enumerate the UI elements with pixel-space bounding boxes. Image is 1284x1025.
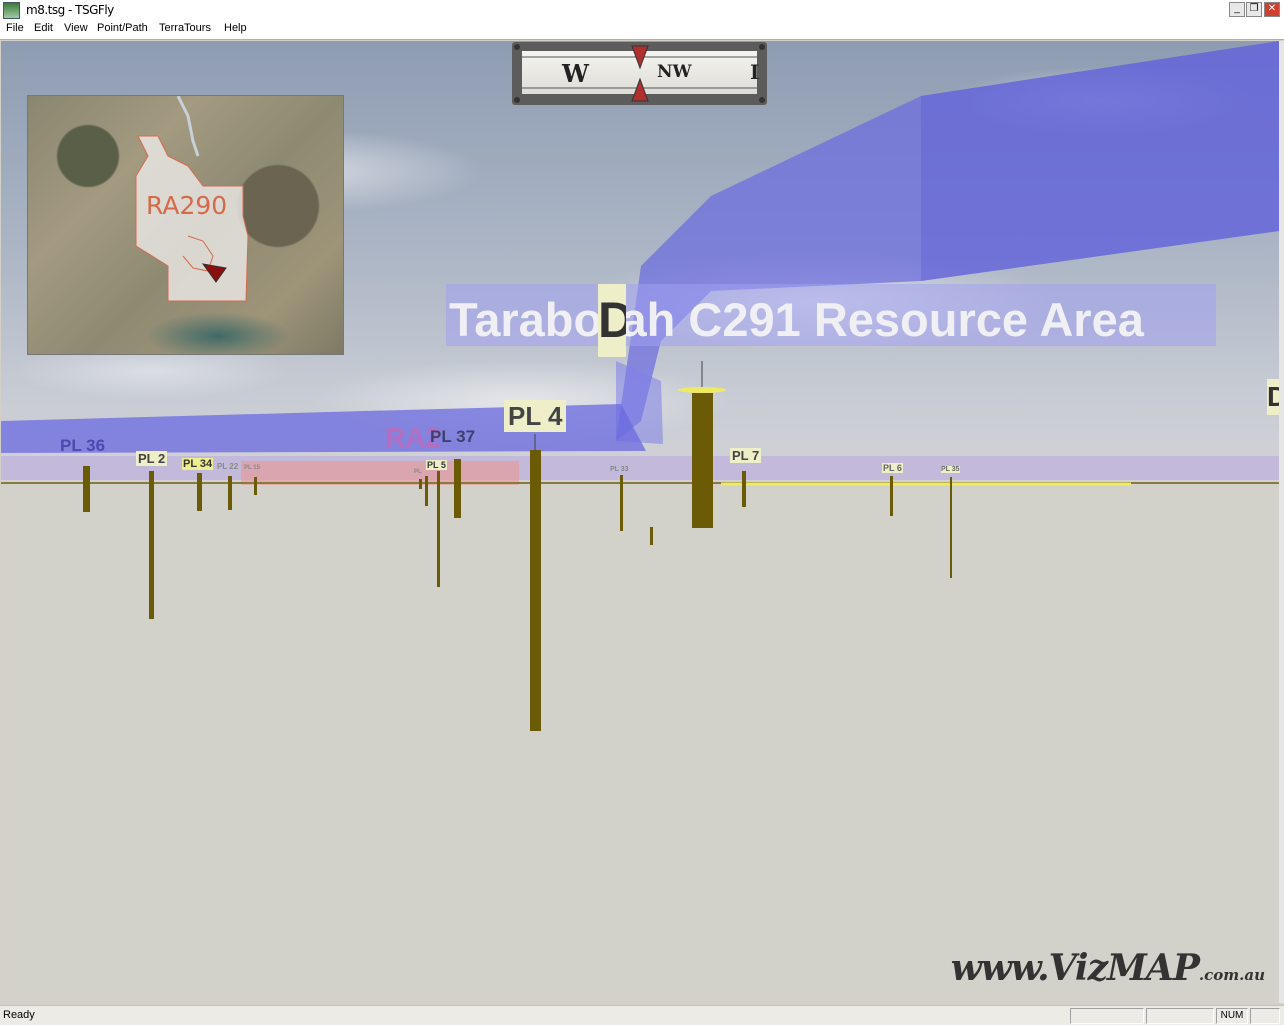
post-highlight (678, 387, 726, 393)
right-edge-strip (1279, 41, 1284, 1003)
restore-button[interactable]: ❐ (1246, 2, 1262, 17)
resource-area-label-text: Taraborah C291 Resource Area (449, 293, 1144, 346)
post-pl5 (425, 476, 428, 506)
pl-label-pl15: PL 15 (244, 465, 260, 471)
compass: W NW I (512, 42, 767, 105)
overview-minimap[interactable]: RA290 (27, 95, 344, 355)
menu-bar: File Edit View Point/Path TerraTours Hel… (0, 20, 1284, 40)
menu-file[interactable]: File (6, 22, 24, 34)
status-text: Ready (3, 1009, 35, 1021)
tsgfly-window: m8.tsg - TSGFly _ ❐ ✕ File Edit View Poi… (0, 0, 1284, 1025)
pl-label-pl2: PL 2 (136, 451, 168, 466)
app-icon (3, 2, 20, 19)
menu-help[interactable]: Help (224, 22, 247, 34)
post-pl5b (437, 471, 440, 587)
compass-needle-icon (514, 44, 765, 103)
status-pane-2 (1146, 1008, 1214, 1024)
post-pl22 (228, 476, 232, 510)
menu-view[interactable]: View (64, 22, 88, 34)
status-pane-1 (1070, 1008, 1144, 1024)
pl-label-small: PL (414, 469, 422, 475)
window-title: m8.tsg - TSGFly (26, 3, 114, 17)
post-pl2 (149, 471, 154, 619)
post-pl15 (254, 477, 257, 495)
side-label-right: D (1267, 379, 1279, 415)
minimap-overlay (135, 96, 249, 302)
post-center (692, 393, 713, 528)
pl-label-pl33: PL 33 (610, 466, 629, 473)
pl-label-pl34: PL 34 (182, 458, 214, 470)
post-pl34 (197, 473, 202, 511)
pl-label-pl6: PL 6 (882, 463, 903, 473)
post-pl33 (620, 475, 623, 531)
status-pane-4 (1250, 1008, 1280, 1024)
post-pl36 (83, 466, 90, 512)
menu-point-path[interactable]: Point/Path (97, 22, 148, 34)
pl-label-pl35: PL 35 (941, 466, 960, 473)
title-bar[interactable]: m8.tsg - TSGFly _ ❐ ✕ (0, 0, 1284, 21)
menu-terratours[interactable]: TerraTours (159, 22, 211, 34)
pl-label-pl37: PL 37 (430, 427, 476, 446)
status-bar: Ready NUM (0, 1005, 1284, 1025)
ra-zone-pink (241, 461, 519, 485)
minimize-button[interactable]: _ (1229, 2, 1245, 17)
pl-label-pl4: PL 4 (504, 400, 567, 432)
3d-viewport[interactable]: RA290 W NW I Taraborah C291 Resource Are… (1, 41, 1279, 1003)
pl-label-pl22: PL 22 (217, 462, 239, 471)
post-pl35 (950, 477, 952, 578)
post-pl6 (890, 476, 893, 516)
vizmap-watermark: www.VizMAP.com.au (951, 947, 1265, 989)
post-pl37 (454, 459, 461, 518)
close-button[interactable]: ✕ (1264, 2, 1280, 17)
post-small (419, 479, 422, 489)
minimap-river (176, 96, 200, 157)
resource-area-volume-face (921, 41, 1279, 281)
post-short (650, 527, 653, 545)
side-label-left: D (598, 284, 626, 357)
status-num-indicator: NUM (1216, 1008, 1248, 1024)
menu-edit[interactable]: Edit (34, 22, 53, 34)
watermark-suffix: .com.au (1198, 966, 1265, 984)
post-pl4 (530, 450, 541, 731)
pl-label-pl5: PL 5 (426, 460, 447, 470)
post-pl7 (742, 471, 746, 507)
watermark-main: www.VizMAP (950, 947, 1200, 989)
minimap-region-label: RA290 (146, 191, 228, 220)
pl-label-pl36: PL 36 (60, 436, 106, 455)
resource-area-label: Taraborah C291 Resource Area (446, 284, 1216, 346)
pl-label-pl7: PL 7 (730, 448, 762, 463)
